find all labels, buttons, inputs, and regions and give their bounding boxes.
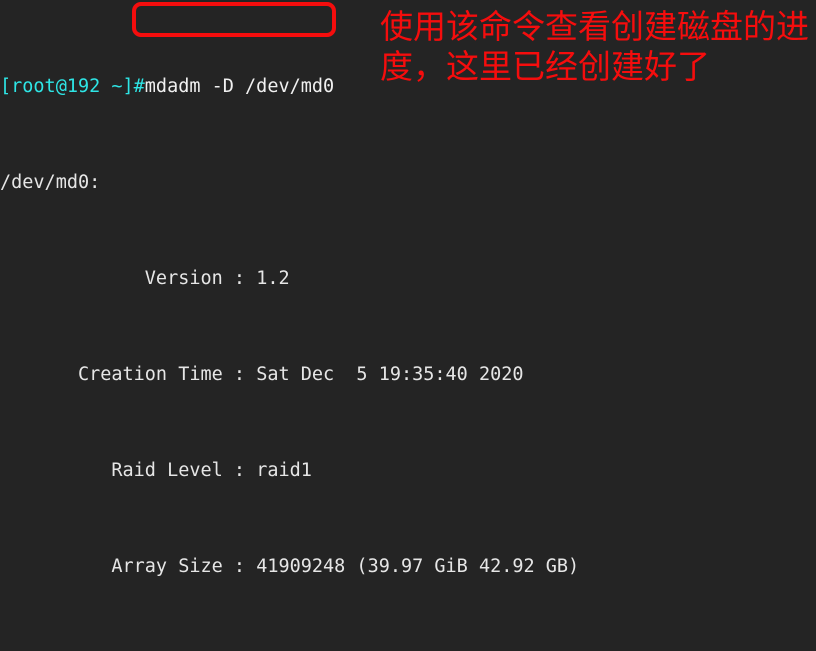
- detail-label-creation-time: Creation Time: [0, 364, 223, 385]
- detail-value-creation-time: Sat Dec 5 19:35:40 2020: [256, 364, 524, 385]
- prompt-symbol: #: [133, 76, 145, 97]
- shell-prompt: [root@192 ~]: [0, 76, 134, 97]
- detail-sep: :: [222, 364, 257, 385]
- detail-row-version: Version : 1.2: [0, 267, 816, 291]
- terminal-output[interactable]: [root@192 ~]#mdadm -D /dev/md0 /dev/md0:…: [0, 0, 816, 651]
- typed-command: mdadm -D /dev/md0: [144, 76, 335, 97]
- detail-sep: :: [222, 460, 257, 481]
- annotation-text-line-2: 度，这里已经创建好了: [380, 47, 710, 86]
- detail-row-creation-time: Creation Time : Sat Dec 5 19:35:40 2020: [0, 363, 816, 387]
- detail-label-version: Version: [0, 268, 223, 289]
- detail-sep: :: [222, 556, 257, 577]
- detail-label-raid-level: Raid Level: [0, 460, 223, 481]
- detail-sep: :: [222, 268, 257, 289]
- detail-label-array-size: Array Size: [0, 556, 223, 577]
- detail-value-version: 1.2: [256, 268, 290, 289]
- detail-value-array-size: 41909248 (39.97 GiB 42.92 GB): [256, 556, 580, 577]
- device-header-line: /dev/md0:: [0, 172, 101, 193]
- detail-value-raid-level: raid1: [256, 460, 312, 481]
- terminal-screen: [root@192 ~]#mdadm -D /dev/md0 /dev/md0:…: [0, 0, 816, 651]
- detail-row-raid-level: Raid Level : raid1: [0, 459, 816, 483]
- annotation-text-line-1: 使用该命令查看创建磁盘的进: [380, 7, 809, 46]
- detail-row-array-size: Array Size : 41909248 (39.97 GiB 42.92 G…: [0, 555, 816, 579]
